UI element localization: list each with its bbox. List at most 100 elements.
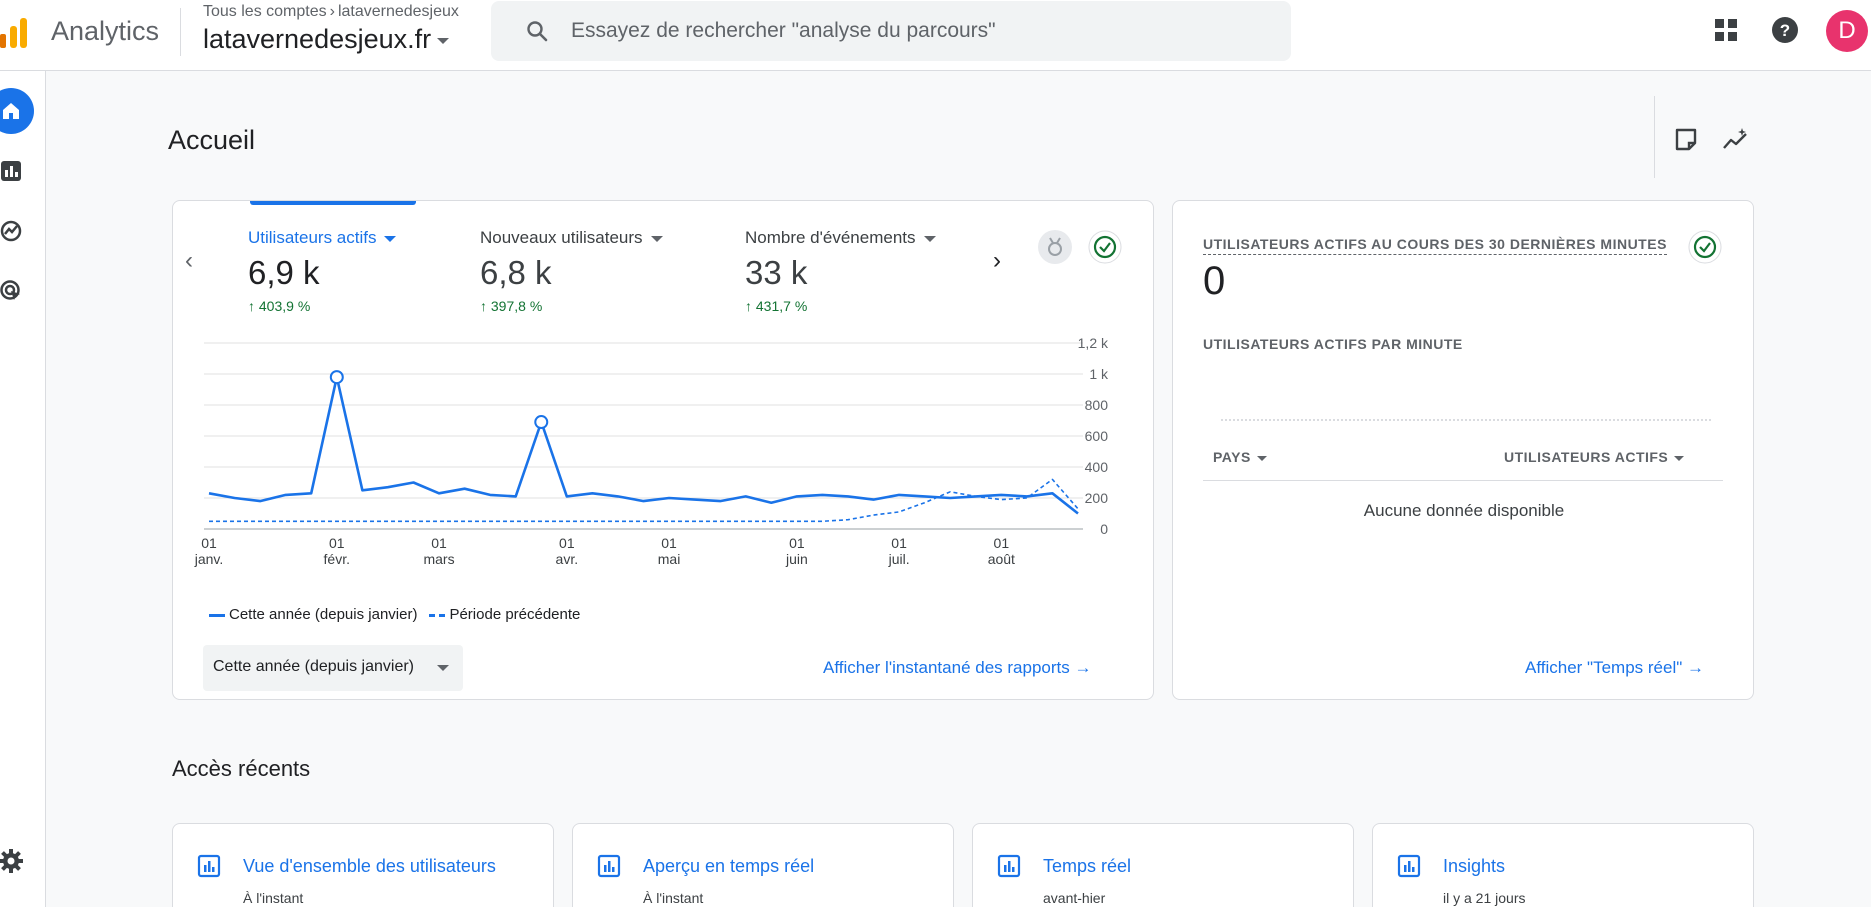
header-divider [180,8,181,56]
report-bar-icon [197,854,221,878]
metric-delta-value: 403,9 % [258,298,311,314]
report-bar-icon [597,854,621,878]
recent-card-title: Insights [1443,856,1506,876]
metric-label: Utilisateurs actifs [248,228,377,247]
y-tick-label: 0 [1100,521,1108,537]
arrow-up-icon: ↑ [745,298,756,314]
check-circle-icon[interactable] [1688,230,1722,264]
award-badge-icon[interactable] [1038,230,1072,264]
arrow-right-icon: → [1687,658,1704,677]
legend-label: Cette année (depuis janvier) [229,606,418,623]
metric-delta: ↑ 431,7 % [745,298,936,314]
recent-card[interactable]: Temps réel avant-hier [972,823,1354,907]
arrow-right-icon: → [1074,658,1092,677]
search-input[interactable] [571,13,1271,49]
nav-admin[interactable] [0,838,34,884]
insights-sparkle-icon[interactable] [1722,126,1750,154]
reports-snapshot-link[interactable]: Afficher l'instantané des rapports → [823,658,1091,678]
date-range-select[interactable]: Cette année (depuis janvier) [203,645,463,691]
chevron-right-icon[interactable]: › [993,247,1001,275]
search-bar[interactable] [491,1,1291,61]
realtime-link[interactable]: Afficher "Temps réel" → [1525,658,1704,678]
metric-delta: ↑ 403,9 % [248,298,396,314]
recent-card-time: avant-hier [1043,890,1106,906]
x-tick-day: 01 [789,535,805,551]
nav-reports[interactable] [0,148,34,194]
top-app-bar: Analytics Tous les comptes › latavernedesj… [0,0,1871,71]
app-title: Analytics [51,16,160,46]
realtime-per-minute-title: UTILISATEURS ACTIFS PAR MINUTE [1203,336,1463,352]
x-tick-month: avr. [556,551,579,567]
per-minute-empty-chart [1221,419,1711,421]
y-tick-label: 1,2 k [1078,335,1109,351]
recent-card[interactable]: Aperçu en temps réel À l'instant [572,823,954,907]
metric-value: 6,9 k [248,254,320,291]
property-selector[interactable]: latavernedesjeux.fr [203,24,450,55]
y-tick-label: 200 [1085,490,1109,506]
breadcrumb-property[interactable]: latavernedesjeux [338,3,459,20]
x-tick-day: 01 [329,535,345,551]
breadcrumb-account[interactable]: Tous les comptes [203,3,327,20]
arrow-up-icon: ↑ [480,298,491,314]
recent-card-time: À l'instant [643,890,704,906]
x-tick-month: févr. [324,551,350,567]
report-bar-icon [997,854,1021,878]
gear-icon [0,849,23,873]
column-header-active-users[interactable]: UTILISATEURS ACTIFS [1504,449,1685,465]
link-label: Afficher "Temps réel" [1525,658,1683,677]
metric-value: 33 k [745,254,808,291]
nav-explore[interactable] [0,208,34,254]
overview-card: ‹ Utilisateurs actifs 6,9 k ↑ 403,9 % No… [172,200,1154,700]
metric-label: Nouveaux utilisateurs [480,228,643,247]
page-tools-divider [1654,96,1655,178]
column-header-country[interactable]: PAYS [1213,449,1267,465]
date-range-value: Cette année (depuis janvier) [213,658,415,675]
search-icon [527,21,548,42]
help-icon[interactable]: ? [1769,14,1801,46]
column-label: PAYS [1213,449,1251,465]
note-icon[interactable] [1672,126,1700,154]
realtime-title[interactable]: UTILISATEURS ACTIFS AU COURS DES 30 DERN… [1203,236,1667,255]
metric-delta-value: 397,8 % [490,298,543,314]
property-name: latavernedesjeux.fr [203,24,432,54]
x-tick-month: juin [785,551,808,567]
y-tick-label: 1 k [1089,366,1109,382]
caret-down-icon [437,37,450,44]
data-point-marker [329,370,344,385]
x-tick-month: juil. [888,551,910,567]
metric-label: Nombre d'événements [745,228,916,247]
recent-card-time: il y a 21 jours [1443,890,1526,906]
breadcrumb[interactable]: Tous les comptes › latavernedesjeux [203,3,459,21]
recent-card[interactable]: Vue d'ensemble des utilisateurs À l'inst… [172,823,554,907]
active-tab-indicator [250,201,416,205]
link-label: Afficher l'instantané des rapports [823,658,1070,677]
nav-home[interactable] [0,88,34,134]
account-avatar[interactable]: D [1826,10,1868,52]
nav-advertising[interactable] [0,268,34,314]
legend-item-previous: Période précédente [429,606,580,623]
report-bar-icon [1397,854,1421,878]
home-icon [3,103,19,119]
chart-legend: Cette année (depuis janvier) Période pré… [209,606,580,623]
legend-swatch-solid [209,613,225,617]
chevron-left-icon[interactable]: ‹ [185,247,193,275]
left-navigation-rail [0,71,46,907]
caret-down-icon [384,235,397,242]
svg-text:?: ? [1780,21,1790,40]
analytics-logo[interactable] [0,16,28,50]
realtime-active-users-value: 0 [1203,259,1226,303]
x-tick-month: août [988,551,1015,567]
no-data-message: Aucune donnée disponible [1363,501,1565,520]
recent-card-time: À l'instant [243,890,304,906]
recent-card[interactable]: Insights il y a 21 jours [1372,823,1754,907]
bar-chart-icon [1,161,21,181]
metric-tab-event-count[interactable]: Nombre d'événements 33 k ↑ 431,7 % [745,228,936,314]
x-tick-month: janv. [194,551,224,567]
arrow-up-icon: ↑ [248,298,259,314]
metric-tab-new-users[interactable]: Nouveaux utilisateurs 6,8 k ↑ 397,8 % [480,228,663,314]
recent-access-title: Accès récents [172,756,311,781]
explore-icon [0,220,22,242]
metric-tab-active-users[interactable]: Utilisateurs actifs 6,9 k ↑ 403,9 % [248,228,397,314]
apps-grid-icon[interactable] [1710,14,1742,46]
check-circle-icon[interactable] [1088,230,1122,264]
